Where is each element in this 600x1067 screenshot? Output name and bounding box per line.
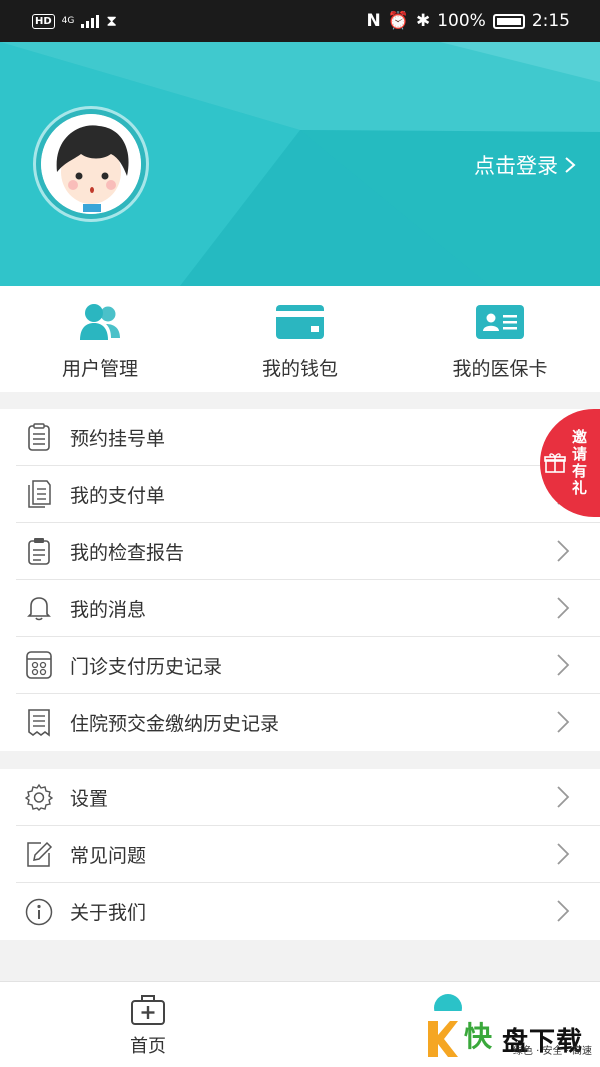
bluetooth-icon: ✱ bbox=[415, 11, 431, 31]
invite-label: 邀请有礼 bbox=[572, 428, 588, 497]
quick-label: 我的医保卡 bbox=[452, 358, 548, 380]
quick-label: 我的钱包 bbox=[261, 358, 338, 380]
hd-badge: HD bbox=[32, 13, 55, 29]
login-label: 点击登录 bbox=[474, 154, 558, 178]
clipboard-list-icon bbox=[24, 422, 54, 452]
menu-label: 关于我们 bbox=[70, 902, 147, 924]
menu-group-records: 预约挂号单 我的支付单 我的检查报告 我的消息 门诊支付历史记录 住院预交金缴纳 bbox=[0, 409, 600, 751]
chevron-right-icon bbox=[557, 654, 570, 676]
k-logo-icon bbox=[428, 1021, 458, 1057]
chevron-right-icon bbox=[557, 843, 570, 865]
menu-label: 我的支付单 bbox=[70, 484, 166, 507]
menu-label: 设置 bbox=[70, 787, 109, 810]
chevron-right-icon bbox=[557, 597, 570, 619]
bell-icon bbox=[24, 593, 54, 623]
quick-wallet[interactable]: 我的钱包 bbox=[200, 286, 400, 392]
battery-percent: 100% bbox=[437, 11, 486, 31]
tab-home[interactable]: 首页 bbox=[118, 994, 178, 1058]
menu-label: 常见问题 bbox=[70, 844, 147, 867]
menu-item-outpatient-history[interactable]: 门诊支付历史记录 bbox=[16, 637, 600, 694]
clock-time: 2:15 bbox=[531, 11, 570, 31]
menu-item-faq[interactable]: 常见问题 bbox=[16, 826, 600, 883]
menu-label: 住院预交金缴纳历史记录 bbox=[70, 713, 280, 735]
menu-group-settings: 设置 常见问题 关于我们 bbox=[0, 769, 600, 940]
chevron-right-icon bbox=[557, 786, 570, 808]
watermark-tagline: 绿色 · 安全 · 高速 bbox=[512, 1046, 592, 1057]
wallet-card-icon bbox=[275, 302, 325, 342]
avatar[interactable] bbox=[33, 106, 149, 222]
report-icon bbox=[24, 536, 54, 566]
status-bar: HD 4G ⧗ N ⏰ ✱ 100% 2:15 bbox=[0, 0, 600, 42]
menu-label: 预约挂号单 bbox=[70, 427, 166, 450]
menu-label: 我的消息 bbox=[70, 598, 147, 621]
avatar-image bbox=[41, 114, 141, 214]
menu-item-settings[interactable]: 设置 bbox=[16, 769, 600, 826]
menu-label: 我的检查报告 bbox=[70, 541, 185, 564]
menu-item-inpatient-deposit-history[interactable]: 住院预交金缴纳历史记录 bbox=[16, 694, 600, 751]
nfc-icon: N bbox=[366, 11, 381, 31]
quick-actions: 用户管理 我的钱包 我的医保卡 bbox=[0, 286, 600, 392]
watermark-logo: 快 盘下载 绿色 · 安全 · 高速 bbox=[424, 1011, 600, 1067]
quick-user-management[interactable]: 用户管理 bbox=[0, 286, 200, 392]
menu-item-messages[interactable]: 我的消息 bbox=[16, 580, 600, 637]
quick-medical-card[interactable]: 我的医保卡 bbox=[400, 286, 600, 392]
menu-item-exam-reports[interactable]: 我的检查报告 bbox=[16, 523, 600, 580]
watermark-brand-prefix: 快 bbox=[464, 1020, 493, 1053]
receipt-icon bbox=[24, 708, 54, 738]
signal-icon bbox=[81, 14, 100, 28]
id-card-icon bbox=[475, 302, 525, 342]
alarm-icon: ⏰ bbox=[387, 11, 409, 31]
medical-kit-icon bbox=[131, 995, 165, 1025]
chevron-right-icon bbox=[557, 711, 570, 733]
menu-label: 门诊支付历史记录 bbox=[70, 655, 223, 678]
gear-icon bbox=[24, 782, 54, 812]
network-type: 4G bbox=[61, 15, 75, 26]
profile-header: 点击登录 bbox=[0, 42, 600, 286]
tab-home-label: 首页 bbox=[130, 1036, 166, 1057]
chevron-right-icon bbox=[557, 540, 570, 562]
chevron-right-icon bbox=[565, 157, 576, 173]
hourglass-icon: ⧗ bbox=[106, 12, 117, 30]
calculator-icon bbox=[24, 650, 54, 680]
battery-icon bbox=[492, 13, 525, 29]
quick-label: 用户管理 bbox=[61, 358, 138, 380]
info-icon bbox=[24, 897, 54, 927]
edit-icon bbox=[24, 839, 54, 869]
users-icon bbox=[78, 302, 122, 342]
menu-item-payment-orders[interactable]: 我的支付单 bbox=[16, 466, 600, 523]
menu-item-appointments[interactable]: 预约挂号单 bbox=[16, 409, 600, 466]
menu-item-about-us[interactable]: 关于我们 bbox=[16, 883, 600, 940]
chevron-right-icon bbox=[557, 900, 570, 922]
gift-icon bbox=[544, 453, 566, 473]
document-icon bbox=[24, 479, 54, 509]
login-link[interactable]: 点击登录 bbox=[474, 150, 576, 180]
